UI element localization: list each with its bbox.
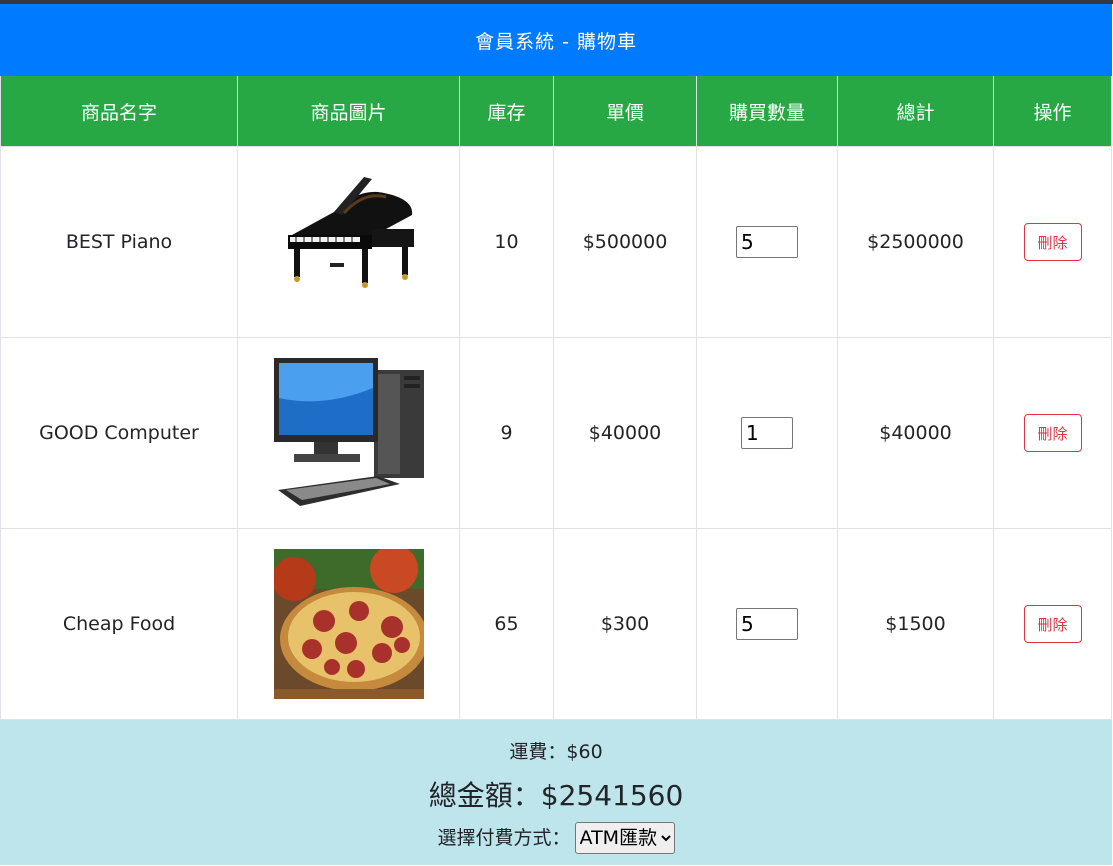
grand-total: 總金額：$2541560 [428, 778, 684, 812]
page-title: 會員系統 - 購物車 [0, 4, 1113, 76]
quantity-input[interactable] [741, 417, 793, 449]
column-header-row: 商品名字 商品圖片 庫存 單價 購買數量 總計 操作 [0, 75, 1113, 147]
summary-panel: 運費：$60 總金額：$2541560 選擇付費方式： ATM匯款 [0, 719, 1113, 865]
product-name: Cheap Food [0, 528, 238, 720]
row-total: $2500000 [837, 146, 994, 338]
piano-image [287, 177, 414, 288]
column-header-name: 商品名字 [0, 75, 238, 147]
pizza-image [273, 549, 424, 699]
column-header-price: 單價 [553, 75, 697, 147]
title-row: 會員系統 - 購物車 [0, 4, 1113, 76]
unit-price: $300 [553, 528, 697, 720]
column-header-action: 操作 [992, 75, 1113, 147]
payment-label: 選擇付費方式： [437, 826, 571, 849]
cart-table: 會員系統 - 購物車 商品名字 商品圖片 庫存 單價 購買數量 總計 操作 BE… [0, 4, 1113, 865]
column-header-stock: 庫存 [459, 75, 554, 147]
quantity-input[interactable] [736, 226, 798, 258]
product-name: GOOD Computer [0, 337, 238, 529]
table-row: BEST Piano 10 $500000 5 $2500000 刪除 [0, 146, 1113, 338]
stock-value: 65 [459, 528, 554, 720]
column-header-total: 總計 [837, 75, 994, 147]
delete-button[interactable]: 刪除 [1023, 223, 1082, 261]
unit-price: $40000 [553, 337, 697, 529]
quantity-input[interactable] [736, 608, 798, 640]
stock-value: 9 [459, 337, 554, 529]
table-row: GOOD Computer 9 $40000 1 $40000 刪除 [0, 337, 1113, 529]
cart-container: 會員系統 - 購物車 商品名字 商品圖片 庫存 單價 購買數量 總計 操作 BE… [0, 4, 1113, 865]
row-total: $1500 [837, 528, 994, 720]
column-header-quantity: 購買數量 [696, 75, 838, 147]
unit-price: $500000 [553, 146, 697, 338]
delete-button[interactable]: 刪除 [1023, 414, 1082, 452]
column-header-image: 商品圖片 [237, 75, 460, 147]
product-name: BEST Piano [0, 146, 238, 338]
payment-select[interactable]: ATM匯款 [574, 821, 675, 854]
computer-image [273, 358, 424, 506]
delete-button[interactable]: 刪除 [1023, 605, 1082, 643]
row-total: $40000 [837, 337, 994, 529]
summary-row: 運費：$60 總金額：$2541560 選擇付費方式： ATM匯款 [0, 719, 1113, 865]
payment-method: 選擇付費方式： ATM匯款 [1, 821, 1111, 854]
shipping-fee: 運費：$60 [509, 740, 603, 763]
stock-value: 10 [459, 146, 554, 338]
table-row: Cheap Food 65 $300 5 $1500 刪除 [0, 528, 1113, 720]
